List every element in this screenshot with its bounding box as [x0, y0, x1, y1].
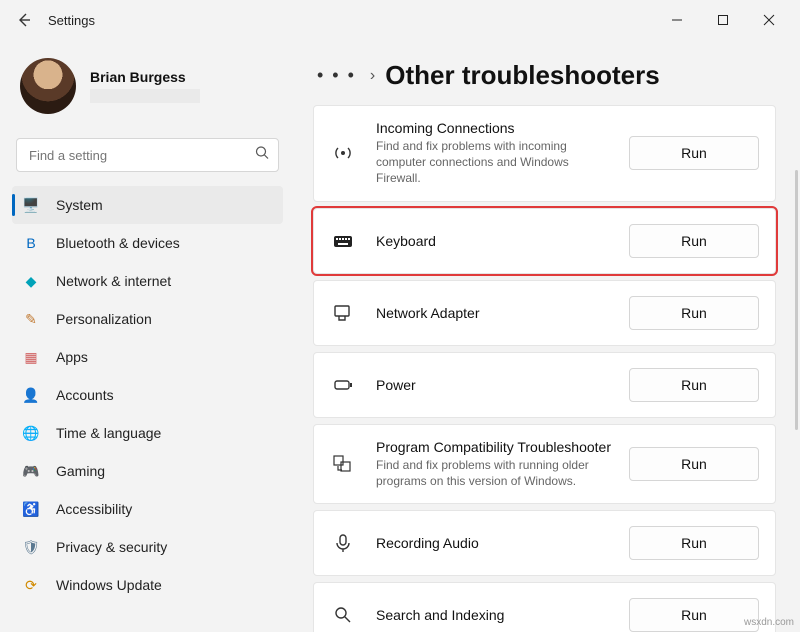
troubleshooter-card: PowerRun — [313, 352, 776, 418]
card-description: Find and fix problems with running older… — [376, 457, 606, 489]
maximize-icon — [717, 14, 729, 26]
sidebar-item-bluetooth-devices[interactable]: B Bluetooth & devices — [12, 224, 283, 262]
broadcast-icon — [330, 142, 356, 164]
troubleshooter-card: Program Compatibility Troubleshooter Find… — [313, 424, 776, 504]
sidebar-item-personalization[interactable]: ✎ Personalization — [12, 300, 283, 338]
gaming-icon: 🎮 — [22, 462, 40, 480]
breadcrumb: • • • › Other troubleshooters — [313, 60, 776, 91]
troubleshooter-card: KeyboardRun — [313, 208, 776, 274]
sidebar-item-time-language[interactable]: 🌐 Time & language — [12, 414, 283, 452]
accessibility-icon: ♿ — [22, 500, 40, 518]
sidebar-item-network-internet[interactable]: ◆ Network & internet — [12, 262, 283, 300]
sidebar-item-privacy-security[interactable]: 🛡 Privacy & security — [12, 528, 283, 566]
titlebar: Settings — [0, 0, 800, 40]
keyboard-icon — [330, 230, 356, 252]
minimize-icon — [671, 14, 683, 26]
mic-icon — [330, 532, 356, 554]
power-icon — [330, 374, 356, 396]
sidebar-item-accounts[interactable]: 👤 Accounts — [12, 376, 283, 414]
card-title: Recording Audio — [376, 535, 629, 551]
maximize-button[interactable] — [700, 4, 746, 36]
privacy-security-icon: 🛡 — [22, 538, 40, 556]
profile-email-redacted — [90, 89, 200, 103]
apps-icon: ▦ — [22, 348, 40, 366]
scrollbar[interactable] — [795, 170, 798, 430]
card-title: Program Compatibility Troubleshooter — [376, 439, 629, 455]
personalization-icon: ✎ — [22, 310, 40, 328]
profile-name: Brian Burgess — [90, 69, 200, 85]
troubleshooter-card: Search and IndexingRun — [313, 582, 776, 632]
sidebar-item-gaming[interactable]: 🎮 Gaming — [12, 452, 283, 490]
system-icon: 🖥️ — [22, 196, 40, 214]
card-description: Find and fix problems with incoming comp… — [376, 138, 606, 187]
bluetooth-devices-icon: B — [22, 234, 40, 252]
card-title: Search and Indexing — [376, 607, 629, 623]
windows-update-icon: ⟳ — [22, 576, 40, 594]
run-button[interactable]: Run — [629, 598, 759, 632]
run-button[interactable]: Run — [629, 296, 759, 330]
adapter-icon — [330, 302, 356, 324]
search-icon — [255, 146, 269, 165]
chevron-right-icon: › — [370, 67, 375, 85]
card-title: Network Adapter — [376, 305, 629, 321]
app-title: Settings — [48, 13, 95, 28]
watermark: wsxdn.com — [744, 617, 794, 628]
run-button[interactable]: Run — [629, 136, 759, 170]
minimize-button[interactable] — [654, 4, 700, 36]
sidebar-item-label: Apps — [56, 349, 88, 365]
sidebar-item-system[interactable]: 🖥️ System — [12, 186, 283, 224]
sidebar-item-label: Windows Update — [56, 577, 162, 593]
breadcrumb-ellipsis[interactable]: • • • — [313, 65, 360, 86]
accounts-icon: 👤 — [22, 386, 40, 404]
sidebar-item-label: Gaming — [56, 463, 105, 479]
sidebar-item-accessibility[interactable]: ♿ Accessibility — [12, 490, 283, 528]
search-icon — [330, 604, 356, 626]
network-internet-icon: ◆ — [22, 272, 40, 290]
sidebar-item-label: Time & language — [56, 425, 161, 441]
troubleshooter-card: Incoming Connections Find and fix problem… — [313, 105, 776, 202]
compat-icon — [330, 453, 356, 475]
close-icon — [763, 14, 775, 26]
run-button[interactable]: Run — [629, 368, 759, 402]
troubleshooter-card: Network AdapterRun — [313, 280, 776, 346]
troubleshooter-card: Recording AudioRun — [313, 510, 776, 576]
sidebar-item-label: Accessibility — [56, 501, 132, 517]
page-title: Other troubleshooters — [385, 60, 659, 91]
sidebar-item-label: Network & internet — [56, 273, 171, 289]
arrow-left-icon — [16, 12, 32, 28]
sidebar-item-apps[interactable]: ▦ Apps — [12, 338, 283, 376]
run-button[interactable]: Run — [629, 447, 759, 481]
window-controls — [654, 4, 792, 36]
run-button[interactable]: Run — [629, 224, 759, 258]
card-title: Keyboard — [376, 233, 629, 249]
sidebar: Brian Burgess 🖥️ System B Bluetooth & devic… — [0, 40, 295, 632]
run-button[interactable]: Run — [629, 526, 759, 560]
sidebar-item-label: Bluetooth & devices — [56, 235, 180, 251]
time-language-icon: 🌐 — [22, 424, 40, 442]
back-button[interactable] — [8, 4, 40, 36]
sidebar-item-label: Privacy & security — [56, 539, 167, 555]
sidebar-item-label: Accounts — [56, 387, 114, 403]
card-title: Incoming Connections — [376, 120, 629, 136]
sidebar-item-windows-update[interactable]: ⟳ Windows Update — [12, 566, 283, 604]
main-content: • • • › Other troubleshooters Incoming C… — [295, 40, 800, 632]
sidebar-item-label: Personalization — [56, 311, 152, 327]
nav-list: 🖥️ System B Bluetooth & devices ◆ Network & i… — [12, 186, 283, 604]
avatar — [20, 58, 76, 114]
profile[interactable]: Brian Burgess — [12, 48, 283, 132]
troubleshooter-list: Incoming Connections Find and fix problem… — [313, 105, 776, 632]
card-title: Power — [376, 377, 629, 393]
search-input[interactable] — [16, 138, 279, 172]
close-button[interactable] — [746, 4, 792, 36]
sidebar-item-label: System — [56, 197, 103, 213]
